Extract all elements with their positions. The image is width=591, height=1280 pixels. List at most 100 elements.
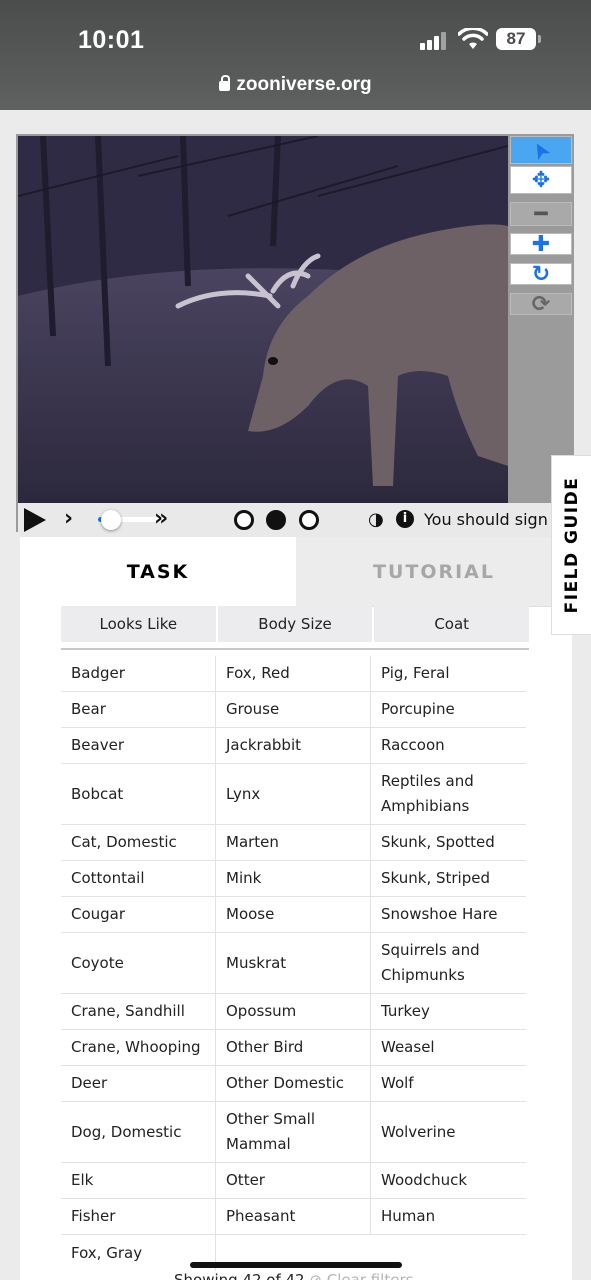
species-label: Raccoon xyxy=(381,736,445,754)
species-label: Squirrels and Chipmunks xyxy=(381,941,480,984)
double-chevron-right-icon[interactable]: » xyxy=(154,506,168,531)
wifi-icon xyxy=(458,28,488,49)
species-option[interactable]: Crane, Whooping xyxy=(61,1030,216,1066)
species-label: Skunk, Spotted xyxy=(381,833,495,851)
url-text: zooniverse.org xyxy=(236,74,372,95)
species-label: Muskrat xyxy=(226,953,287,972)
species-option[interactable]: Muskrat xyxy=(216,933,371,994)
species-option[interactable]: Fisher xyxy=(61,1199,216,1235)
species-label: Human xyxy=(381,1207,436,1225)
deer-photo xyxy=(18,136,508,503)
frame-dot-1[interactable] xyxy=(234,510,254,530)
species-option[interactable]: Other Domestic xyxy=(216,1066,371,1102)
species-option[interactable]: Marten xyxy=(216,825,371,861)
species-option[interactable]: Weasel xyxy=(371,1030,526,1066)
subject-image[interactable] xyxy=(18,136,508,503)
clock: 10:01 xyxy=(78,26,145,54)
species-option[interactable]: Pheasant xyxy=(216,1199,371,1235)
filter-looks-like-button[interactable]: Looks Like xyxy=(61,606,216,642)
slider-knob[interactable] xyxy=(101,510,122,530)
species-label: Bobcat xyxy=(71,784,124,803)
playback-controls: › » ◑ i You should sign xyxy=(18,503,558,537)
species-option[interactable]: Jackrabbit xyxy=(216,728,371,764)
species-option[interactable]: Bear xyxy=(61,692,216,728)
species-label: Other Small Mammal xyxy=(226,1110,316,1153)
species-option[interactable]: Wolverine xyxy=(371,1102,526,1163)
zoom-in-button[interactable]: ✚ xyxy=(510,232,572,257)
species-label: Opossum xyxy=(226,1002,297,1020)
play-icon[interactable] xyxy=(24,508,46,532)
info-icon[interactable]: i xyxy=(396,510,414,528)
species-option[interactable]: Pig, Feral xyxy=(371,656,526,692)
species-option[interactable]: Cougar xyxy=(61,897,216,933)
species-label: Beaver xyxy=(71,736,124,754)
species-option[interactable]: Grouse xyxy=(216,692,371,728)
species-label: Dog, Domestic xyxy=(71,1122,182,1141)
filter-body-size-button[interactable]: Body Size xyxy=(217,606,373,642)
species-option[interactable]: Fox, Red xyxy=(216,656,371,692)
species-option[interactable]: Raccoon xyxy=(371,728,526,764)
species-option[interactable]: Badger xyxy=(61,656,216,692)
clear-filters-link[interactable]: ⊘ Clear filters xyxy=(309,1271,413,1280)
species-label: Otter xyxy=(226,1171,265,1189)
species-option[interactable]: Mink xyxy=(216,861,371,897)
species-label: Crane, Sandhill xyxy=(71,1002,185,1020)
species-option[interactable]: Other Small Mammal xyxy=(216,1102,371,1163)
frame-dot-2[interactable] xyxy=(266,510,286,530)
species-option[interactable]: Skunk, Striped xyxy=(371,861,526,897)
field-guide-tab[interactable]: FIELD GUIDE xyxy=(551,455,591,635)
tab-tutorial[interactable]: TUTORIAL xyxy=(296,537,572,607)
species-label: Reptiles and Amphibians xyxy=(381,772,474,815)
species-label: Skunk, Striped xyxy=(381,869,490,887)
url-bar[interactable]: zooniverse.org xyxy=(0,74,591,96)
species-label: Jackrabbit xyxy=(226,736,301,754)
filter-coat-button[interactable]: Coat xyxy=(374,606,530,642)
species-option[interactable]: Cottontail xyxy=(61,861,216,897)
species-option[interactable]: Reptiles and Amphibians xyxy=(371,764,526,825)
species-option[interactable]: Coyote xyxy=(61,933,216,994)
species-option[interactable]: Crane, Sandhill xyxy=(61,994,216,1030)
species-option[interactable]: Squirrels and Chipmunks xyxy=(371,933,526,994)
species-option[interactable]: Other Bird xyxy=(216,1030,371,1066)
species-label: Other Bird xyxy=(226,1038,304,1056)
species-option[interactable]: Lynx xyxy=(216,764,371,825)
species-option[interactable]: Skunk, Spotted xyxy=(371,825,526,861)
rotate-button[interactable]: ↻ xyxy=(510,262,572,287)
species-label: Porcupine xyxy=(381,700,455,718)
tab-task[interactable]: TASK xyxy=(20,537,296,607)
species-option[interactable]: Deer xyxy=(61,1066,216,1102)
pointer-tool-button[interactable]: ➤ xyxy=(510,136,572,164)
species-option[interactable]: Moose xyxy=(216,897,371,933)
species-label: Moose xyxy=(226,905,275,923)
species-label: Woodchuck xyxy=(381,1171,468,1189)
species-label: Cougar xyxy=(71,905,126,923)
zoom-out-button[interactable]: ━ xyxy=(510,202,572,227)
species-label: Fox, Gray xyxy=(71,1243,143,1262)
species-option[interactable]: Elk xyxy=(61,1163,216,1199)
species-option[interactable]: Cat, Domestic xyxy=(61,825,216,861)
species-option[interactable]: Snowshoe Hare xyxy=(371,897,526,933)
species-option[interactable]: Dog, Domestic xyxy=(61,1102,216,1163)
species-option[interactable]: Wolf xyxy=(371,1066,526,1102)
species-option[interactable]: Beaver xyxy=(61,728,216,764)
move-icon: ✥ xyxy=(531,167,551,193)
contrast-icon[interactable]: ◑ xyxy=(368,509,384,530)
species-label: Fox, Red xyxy=(226,664,290,682)
frame-dot-3[interactable] xyxy=(299,510,319,530)
chevron-right-icon[interactable]: › xyxy=(64,506,73,531)
species-label: Snowshoe Hare xyxy=(381,905,498,923)
species-label: Grouse xyxy=(226,700,280,718)
pan-tool-button[interactable]: ✥ xyxy=(510,166,572,194)
species-option[interactable]: Opossum xyxy=(216,994,371,1030)
status-bar: 10:01 87 zooniverse.org xyxy=(0,0,591,110)
species-option[interactable]: Human xyxy=(371,1199,526,1235)
species-option[interactable]: Porcupine xyxy=(371,692,526,728)
species-option[interactable]: Woodchuck xyxy=(371,1163,526,1199)
reset-button[interactable]: ⟳ xyxy=(510,292,572,317)
species-option[interactable]: Bobcat xyxy=(61,764,216,825)
cellular-signal-icon xyxy=(420,32,448,50)
species-option[interactable]: Otter xyxy=(216,1163,371,1199)
species-label: Elk xyxy=(71,1171,94,1189)
species-label: Lynx xyxy=(226,784,261,803)
species-option[interactable]: Turkey xyxy=(371,994,526,1030)
